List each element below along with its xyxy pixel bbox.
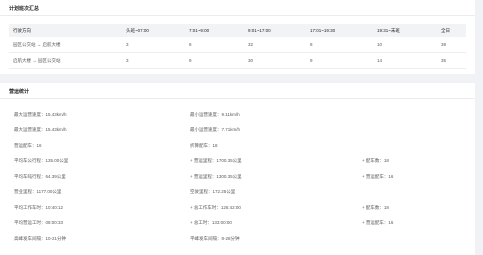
stat-row: 平均工作车时：10:40:12 + 总工作车时：126:42:00 + 配车数：… <box>0 200 475 216</box>
header-1931-last: 19:31~末班 <box>377 27 400 33</box>
stat-item: 营业里程：1177.00公里 <box>14 189 62 195</box>
row-cell: 3 <box>126 42 129 47</box>
row-direction: 园区公交站 → 启航大楼 <box>13 41 61 47</box>
row-cell: 3 <box>126 58 129 63</box>
stat-item: 高峰发车间隔：10-21分钟 <box>14 235 67 241</box>
header-direction: 行驶方向 <box>13 27 31 33</box>
stat-row: 平均车公行程：135.00公里 + 营运里程：1700.35公里 + 配车数：1… <box>0 154 475 170</box>
stat-item: + 营运配车：16 <box>362 173 394 179</box>
stat-item: 平均车吨行程：64.39公里 <box>14 173 66 179</box>
row-cell: 8 <box>310 42 313 47</box>
row-cell: 39 <box>441 42 447 47</box>
stat-item: 最小运营速度：7.71km/h <box>190 127 241 133</box>
row-cell: 10 <box>377 42 383 47</box>
stat-item: 营运配车：16 <box>14 142 42 148</box>
stat-item: 空驶里程：172.25公里 <box>190 189 236 195</box>
stat-item: + 总工时：133:00:00 <box>190 220 232 226</box>
header-all-day: 全日 <box>441 27 450 33</box>
stat-row: 营业里程：1177.00公里 空驶里程：172.25公里 <box>0 185 475 201</box>
stat-row: 平均车吨行程：64.39公里 + 营运里程：1300.35公里 + 营运配车：1… <box>0 169 475 185</box>
stat-item: 平均工作车时：10:40:12 <box>14 204 64 210</box>
schedule-table-header: 行驶方向 头班~07:00 7:01~9:00 9:01~17:00 17:01… <box>9 24 466 37</box>
header-0901-1700: 9:01~17:00 <box>248 28 271 33</box>
header-first-to-0700: 头班~07:00 <box>126 27 149 33</box>
operations-stats-list: 最大运营速度：15.43km/h 最小运营速度：9.11km/h 最大运营速度：… <box>0 107 475 247</box>
operations-stats-title: 营运统计 <box>9 89 30 95</box>
stat-item: 最大运营速度：15.43km/h <box>14 111 67 117</box>
stat-item: 最小运营速度：9.11km/h <box>190 111 240 117</box>
row-direction: 启航大楼 → 园区公交站 <box>13 57 61 63</box>
table-row: 园区公交站 → 启航大楼 3 8 32 8 10 39 <box>9 37 466 53</box>
row-cell: 14 <box>377 58 383 63</box>
header-0701-0900: 7:01~9:00 <box>189 28 210 33</box>
table-row: 启航大楼 → 园区公交站 3 9 30 9 14 35 <box>9 53 466 69</box>
stat-item: + 配车数：18 <box>362 204 389 210</box>
row-cell: 9 <box>310 58 313 63</box>
stat-item: + 营运里程：1300.35公里 <box>190 173 242 179</box>
stat-row: 高峰发车间隔：10-21分钟 平峰发车间隔：8-28分钟 <box>0 231 475 247</box>
stat-row: 平均营运工时：08:00:33 + 总工时：133:00:00 + 营运配车：1… <box>0 216 475 232</box>
ops-title-divider <box>0 98 475 99</box>
row-cell: 32 <box>248 42 254 47</box>
stat-item: 平峰发车间隔：8-28分钟 <box>190 235 240 241</box>
stat-item: 折算配车：18 <box>190 142 218 148</box>
header-1701-1930: 17:01~19:30 <box>310 28 336 33</box>
stat-item: + 配车数：18 <box>362 158 389 164</box>
row-cell: 8 <box>189 42 192 47</box>
stat-item: + 总工作车时：126:42:00 <box>190 204 241 210</box>
stat-row: 营运配车：16 折算配车：18 <box>0 138 475 154</box>
schedule-title-divider <box>0 15 475 16</box>
stat-item: 平均车公行程：135.00公里 <box>14 158 69 164</box>
row-cell: 9 <box>189 58 192 63</box>
stat-item: + 营运配车：16 <box>362 220 394 226</box>
stat-row: 最大运营速度：15.43km/h 最小运营速度：9.11km/h <box>0 107 475 123</box>
schedule-summary-title: 计划班次汇总 <box>9 6 40 12</box>
operations-stats-panel: 营运统计 最大运营速度：15.43km/h 最小运营速度：9.11km/h 最大… <box>0 83 475 255</box>
stat-item: + 营运里程：1700.35公里 <box>190 158 242 164</box>
stat-item: 平均营运工时：08:00:33 <box>14 220 64 226</box>
stat-item: 最大运营速度：15.43km/h <box>14 127 67 133</box>
row-cell: 35 <box>441 58 447 63</box>
row-cell: 30 <box>248 58 254 63</box>
schedule-table: 行驶方向 头班~07:00 7:01~9:00 9:01~17:00 17:01… <box>9 24 466 69</box>
stat-row: 最大运营速度：15.43km/h 最小运营速度：7.71km/h <box>0 123 475 139</box>
schedule-summary-panel: 计划班次汇总 行驶方向 头班~07:00 7:01~9:00 9:01~17:0… <box>0 0 475 74</box>
